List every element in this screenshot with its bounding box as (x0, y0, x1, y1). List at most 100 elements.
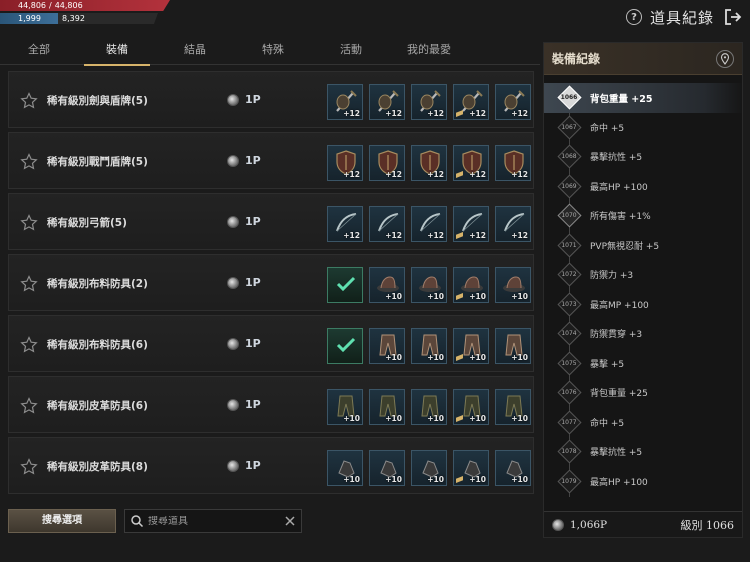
item-slot[interactable]: +12 (495, 145, 531, 181)
enhance-level: +10 (469, 353, 486, 362)
mp-bar: 1,999 8,392 (0, 13, 170, 24)
item-slot[interactable]: +12 (495, 84, 531, 120)
item-slot[interactable]: +10 (495, 267, 531, 303)
item-slot[interactable]: +10 (453, 267, 489, 303)
item-slot[interactable]: +10 (369, 450, 405, 486)
item-slot[interactable]: +12 (411, 206, 447, 242)
item-slot[interactable]: +12 (327, 145, 363, 181)
check-icon (332, 331, 360, 359)
enhance-level: +10 (469, 414, 486, 423)
item-row[interactable]: 稀有級別弓箭(5) 1P +12 +12 +12 +12 +12 (8, 193, 534, 250)
record-item[interactable]: 1071 PVP無視忍耐 +5 (544, 231, 744, 261)
record-timeline: 1066 背包重量 +25 1067 命中 +5 1068 暴擊抗性 +5 1069 最高HP… (544, 83, 744, 497)
item-slot[interactable]: +10 (411, 328, 447, 364)
item-slot[interactable]: +10 (453, 328, 489, 364)
item-points: 1P (227, 93, 261, 106)
points-value: 1P (245, 215, 261, 228)
favorite-star-icon[interactable] (20, 397, 38, 415)
item-slot[interactable]: +12 (327, 84, 363, 120)
location-pin-icon[interactable] (716, 49, 734, 68)
record-item[interactable]: 1079 最高HP +100 (544, 467, 744, 497)
item-slots: +12 +12 +12 +12 +12 (327, 206, 531, 242)
level-diamond-icon: 1069 (558, 175, 580, 197)
favorite-star-icon[interactable] (20, 153, 38, 171)
favorite-star-icon[interactable] (20, 214, 38, 232)
hp-max: 44,806 (54, 1, 83, 10)
item-slot[interactable]: +12 (495, 206, 531, 242)
record-item[interactable]: 1067 命中 +5 (544, 113, 744, 143)
exit-icon[interactable] (722, 6, 744, 28)
item-slot[interactable]: +12 (327, 206, 363, 242)
close-icon[interactable] (283, 514, 297, 528)
record-item[interactable]: 1072 防禦力 +3 (544, 260, 744, 290)
favorite-star-icon[interactable] (20, 92, 38, 110)
enhance-level: +12 (427, 109, 444, 118)
item-slot[interactable]: +12 (369, 206, 405, 242)
record-item[interactable]: 1073 最高MP +100 (544, 290, 744, 320)
tab-event[interactable]: 活動 (312, 38, 390, 64)
item-row[interactable]: 稀有級別布料防具(6) 1P +10 +10 +10 +10 (8, 315, 534, 372)
item-slot[interactable]: +10 (453, 389, 489, 425)
item-slot[interactable]: +10 (369, 389, 405, 425)
item-slot[interactable]: +12 (369, 145, 405, 181)
tab-favorites[interactable]: 我的最愛 (390, 38, 468, 64)
tab-crystal[interactable]: 結晶 (156, 38, 234, 64)
check-icon (332, 270, 360, 298)
record-item[interactable]: 1068 暴擊抗性 +5 (544, 142, 744, 172)
item-slot[interactable]: +10 (327, 389, 363, 425)
item-row[interactable]: 稀有級別劍與盾牌(5) 1P +12 +12 +12 +12 +12 (8, 71, 534, 128)
item-slot[interactable]: +12 (453, 84, 489, 120)
record-bonus: 最高MP +100 (590, 300, 649, 311)
item-name: 稀有級別戰鬥盾牌(5) (47, 156, 148, 168)
item-row[interactable]: 稀有級別布料防具(2) 1P +10 +10 +10 +10 (8, 254, 534, 311)
search-options-button[interactable]: 搜尋選項 (8, 509, 116, 533)
record-item[interactable]: 1075 暴擊 +5 (544, 349, 744, 379)
record-item[interactable]: 1078 暴擊抗性 +5 (544, 437, 744, 467)
favorite-star-icon[interactable] (20, 275, 38, 293)
record-level-number: 1074 (561, 330, 577, 338)
record-level: 級別 1066 (680, 518, 735, 532)
tab-special[interactable]: 特殊 (234, 38, 312, 64)
level-diamond-icon: 1068 (558, 146, 580, 168)
record-item[interactable]: 1069 最高HP +100 (544, 172, 744, 202)
item-slot[interactable]: +10 (411, 267, 447, 303)
level-diamond-icon: 1067 (558, 116, 580, 138)
points-value: 1P (245, 154, 261, 167)
item-row[interactable]: 稀有級別皮革防具(6) 1P +10 +10 +10 +10 +10 (8, 376, 534, 433)
record-bonus: 命中 +5 (590, 418, 625, 429)
item-slot[interactable]: +10 (411, 389, 447, 425)
item-slot[interactable]: +10 (411, 450, 447, 486)
item-slot[interactable]: +10 (495, 389, 531, 425)
registered-item-slot[interactable] (327, 328, 363, 364)
favorite-star-icon[interactable] (20, 458, 38, 476)
enhance-level: +10 (427, 353, 444, 362)
item-slot[interactable]: +10 (327, 450, 363, 486)
record-level-number: 1071 (561, 241, 577, 249)
item-slot[interactable]: +12 (453, 145, 489, 181)
item-slot[interactable]: +12 (411, 84, 447, 120)
tab-equipment[interactable]: 裝備 (78, 38, 156, 66)
item-slot[interactable]: +12 (369, 84, 405, 120)
item-row[interactable]: 稀有級別戰鬥盾牌(5) 1P +12 +12 +12 +12 +12 (8, 132, 534, 189)
record-level-number: 1073 (561, 300, 577, 308)
record-item[interactable]: 1066 背包重量 +25 (544, 83, 744, 113)
item-slot[interactable]: +10 (495, 450, 531, 486)
item-slot[interactable]: +12 (411, 145, 447, 181)
item-name: 稀有級別弓箭(5) (47, 217, 127, 229)
item-slot[interactable]: +12 (453, 206, 489, 242)
question-circle-icon[interactable]: ? (625, 9, 642, 25)
item-slot[interactable]: +10 (453, 450, 489, 486)
item-slot[interactable]: +10 (495, 328, 531, 364)
panel-header: 裝備紀錄 (544, 43, 742, 75)
record-item[interactable]: 1076 背包重量 +25 (544, 378, 744, 408)
item-slot[interactable]: +10 (369, 328, 405, 364)
record-item[interactable]: 1070 所有傷害 +1% (544, 201, 744, 231)
item-row[interactable]: 稀有級別皮革防具(8) 1P +10 +10 +10 +10 +10 (8, 437, 534, 494)
item-slot[interactable]: +10 (369, 267, 405, 303)
search-input[interactable] (144, 515, 283, 527)
record-item[interactable]: 1077 命中 +5 (544, 408, 744, 438)
registered-item-slot[interactable] (327, 267, 363, 303)
tab-all[interactable]: 全部 (0, 38, 78, 64)
favorite-star-icon[interactable] (20, 336, 38, 354)
record-item[interactable]: 1074 防禦貫穿 +3 (544, 319, 744, 349)
